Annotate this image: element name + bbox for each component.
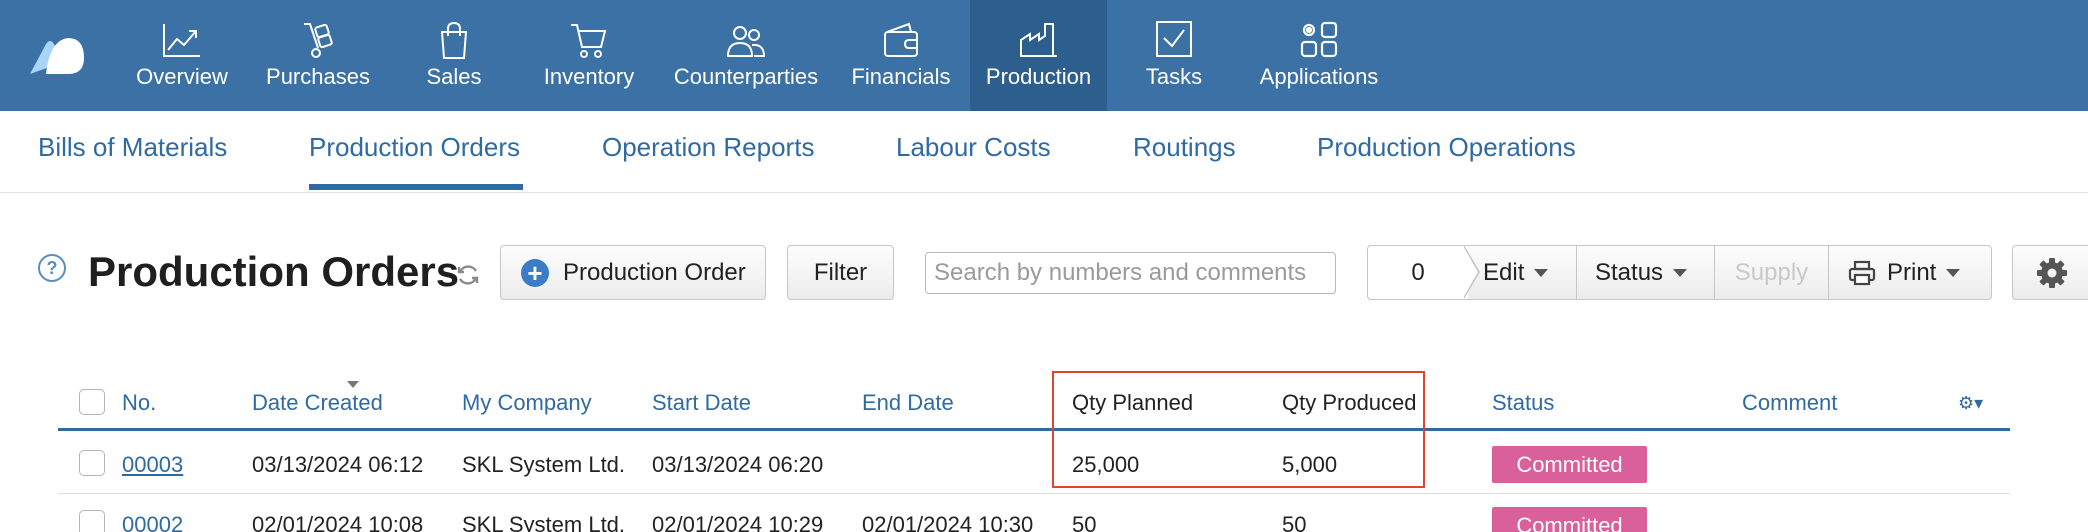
nav-item-production[interactable]: Production (970, 0, 1107, 111)
order-number-link[interactable]: 00002 (122, 512, 183, 532)
add-production-order-button[interactable]: + Production Order (500, 245, 766, 300)
column-header-start-date[interactable]: Start Date (652, 390, 751, 416)
active-tab-indicator (309, 184, 523, 190)
add-button-label: Production Order (563, 258, 746, 286)
status-badge: Committed (1492, 507, 1647, 532)
top-navigation: Overview Purchases Sales Inventory Count… (0, 0, 2088, 111)
nav-label: Purchases (266, 64, 370, 89)
app-logo-icon[interactable] (28, 30, 86, 76)
settings-button[interactable] (2012, 245, 2088, 300)
gear-icon (2037, 257, 2067, 288)
people-icon (726, 26, 766, 57)
start-date-cell: 03/13/2024 06:20 (652, 452, 824, 477)
chart-line-icon (163, 24, 200, 57)
selected-count: 0 (1368, 246, 1468, 299)
row-checkbox[interactable] (79, 510, 105, 532)
wallet-icon (884, 22, 918, 57)
column-header-date-created[interactable]: Date Created (252, 390, 383, 416)
edit-dropdown[interactable]: Edit (1483, 246, 1576, 299)
edit-label: Edit (1483, 258, 1525, 286)
column-header-no[interactable]: No. (122, 390, 156, 416)
column-header-end-date[interactable]: End Date (862, 390, 954, 416)
hand-truck-icon (304, 23, 333, 58)
chevron-down-icon (1946, 268, 1961, 277)
tab-operation-reports[interactable]: Operation Reports (602, 132, 814, 163)
table-header-divider (58, 428, 2010, 431)
tab-routings[interactable]: Routings (1133, 132, 1236, 163)
factory-icon (1019, 23, 1057, 57)
checkbox-icon (1156, 21, 1192, 57)
nav-label: Overview (136, 64, 228, 89)
nav-label: Inventory (543, 64, 635, 89)
nav-label: Tasks (1145, 64, 1203, 89)
nav-label: Counterparties (673, 64, 819, 89)
date-created-cell: 02/01/2024 10:08 (252, 512, 424, 532)
start-date-cell: 02/01/2024 10:29 (652, 512, 824, 532)
refresh-icon[interactable] (455, 262, 481, 288)
plus-icon: + (521, 258, 549, 287)
supply-button[interactable]: Supply (1714, 246, 1828, 299)
status-label: Status (1595, 258, 1664, 286)
page-title: Production Orders (88, 248, 460, 295)
nav-item-counterparties[interactable]: Counterparties (668, 0, 824, 111)
nav-item-tasks[interactable]: Tasks (1130, 0, 1218, 111)
sub-tabs: Bills of Materials Production Orders Ope… (0, 111, 2088, 193)
nav-label: Applications (1259, 64, 1379, 89)
column-header-my-company[interactable]: My Company (462, 390, 592, 416)
chevron-down-icon (1673, 268, 1688, 277)
qty-produced-cell: 50 (1282, 512, 1307, 532)
end-date-cell: 02/01/2024 10:30 (862, 512, 1034, 532)
nav-item-inventory[interactable]: Inventory (532, 0, 646, 111)
nav-item-purchases[interactable]: Purchases (256, 0, 380, 111)
status-badge: Committed (1492, 446, 1647, 483)
shopping-bag-icon (440, 21, 468, 59)
nav-item-sales[interactable]: Sales (400, 0, 508, 111)
row-divider (58, 493, 2010, 494)
tab-bills-of-materials[interactable]: Bills of Materials (38, 132, 227, 163)
print-label: Print (1887, 258, 1937, 286)
nav-item-applications[interactable]: Applications (1254, 0, 1384, 111)
printer-icon (1848, 260, 1876, 285)
column-settings-icon[interactable]: ⚙▾ (1958, 393, 1983, 414)
nav-item-financials[interactable]: Financials (846, 0, 956, 111)
company-cell: SKL System Ltd. (462, 452, 626, 477)
qty-planned-cell: 50 (1072, 512, 1097, 532)
chevron-down-icon (1534, 268, 1549, 277)
sort-desc-icon (347, 381, 359, 388)
qty-columns-highlight (1052, 371, 1425, 488)
nav-label: Sales (426, 64, 482, 89)
cart-icon (571, 24, 607, 58)
nav-label: Production (985, 64, 1092, 89)
column-header-status[interactable]: Status (1492, 390, 1554, 416)
date-created-cell: 03/13/2024 06:12 (252, 452, 424, 477)
search-input[interactable] (925, 252, 1336, 294)
bulk-actions-group: 0 Edit Status Supply Print (1367, 245, 1992, 300)
nav-item-overview[interactable]: Overview (126, 0, 238, 111)
row-checkbox[interactable] (79, 450, 105, 476)
nav-label: Financials (851, 64, 951, 89)
tab-production-operations[interactable]: Production Operations (1317, 132, 1576, 163)
print-dropdown[interactable]: Print (1828, 246, 1992, 299)
apps-icon (1300, 21, 1338, 58)
column-header-comment[interactable]: Comment (1742, 390, 1837, 416)
order-number-link[interactable]: 00003 (122, 452, 183, 478)
help-icon[interactable]: ? (38, 254, 66, 282)
status-dropdown[interactable]: Status (1576, 246, 1714, 299)
tab-production-orders[interactable]: Production Orders (309, 132, 520, 163)
tab-labour-costs[interactable]: Labour Costs (896, 132, 1051, 163)
filter-button[interactable]: Filter (787, 245, 894, 300)
select-all-checkbox[interactable] (79, 389, 105, 415)
count-arrow-fill (1463, 246, 1478, 298)
company-cell: SKL System Ltd. (462, 512, 626, 532)
